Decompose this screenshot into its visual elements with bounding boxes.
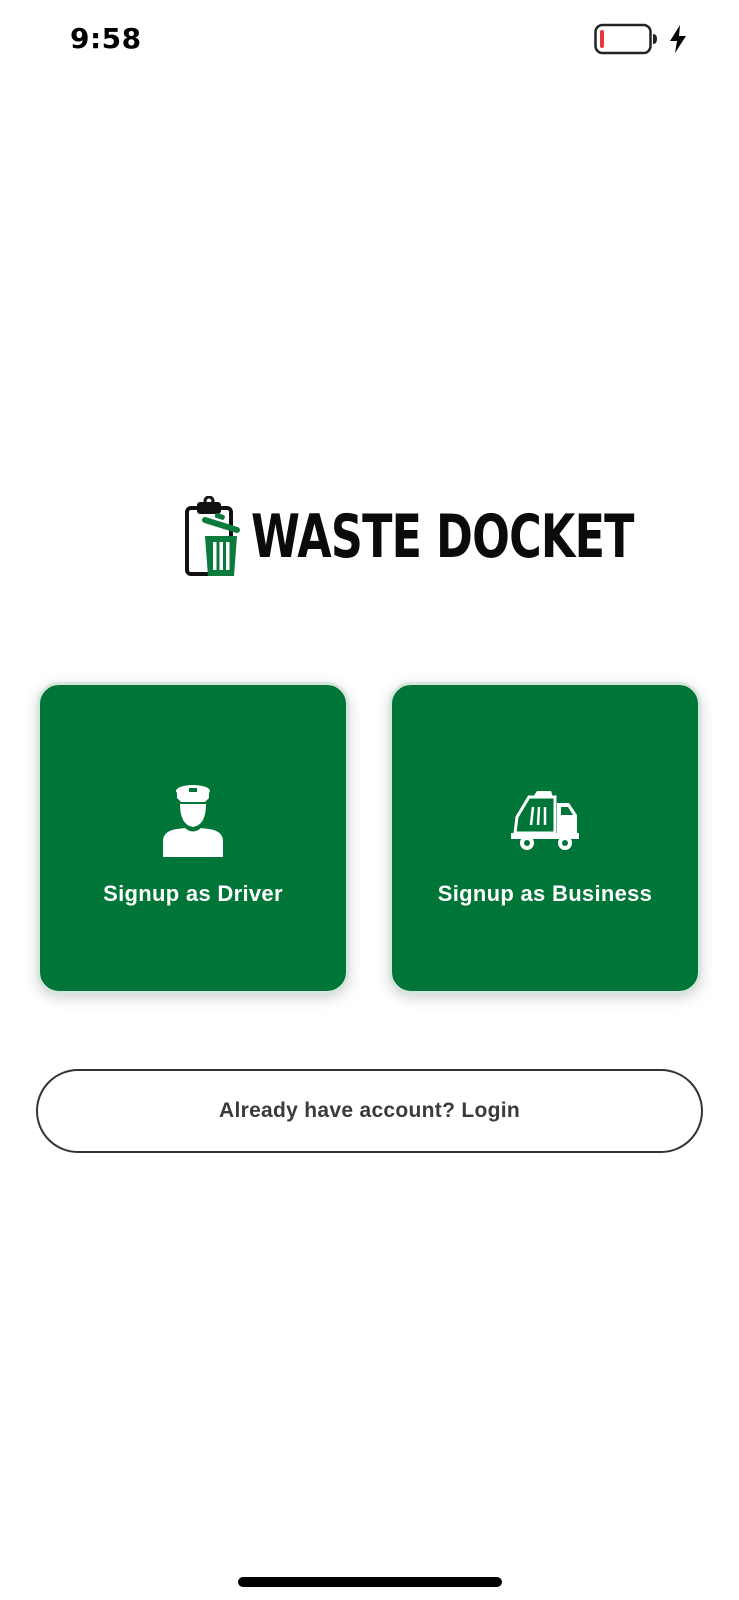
- battery-low-icon: [594, 23, 657, 55]
- clipboard-trash-icon: [185, 496, 240, 576]
- login-button[interactable]: Already have account? Login: [36, 1069, 703, 1153]
- signup-driver-button[interactable]: Signup as Driver: [37, 682, 349, 994]
- login-button-label: Already have account? Login: [219, 1099, 520, 1122]
- signup-business-label: Signup as Business: [437, 881, 653, 906]
- brand-name: WASTE DOCKET: [251, 502, 634, 572]
- driver-icon: [163, 785, 223, 857]
- status-time: 9:58: [70, 22, 142, 55]
- signup-driver-label: Signup as Driver: [103, 881, 283, 906]
- charging-bolt-icon: [670, 25, 686, 53]
- status-bar: 9:58: [0, 0, 739, 80]
- home-indicator[interactable]: [238, 1577, 502, 1587]
- garbage-truck-icon: [511, 791, 579, 850]
- signup-business-button[interactable]: Signup as Business: [389, 682, 701, 994]
- app-logo: WASTE DOCKET: [185, 496, 634, 580]
